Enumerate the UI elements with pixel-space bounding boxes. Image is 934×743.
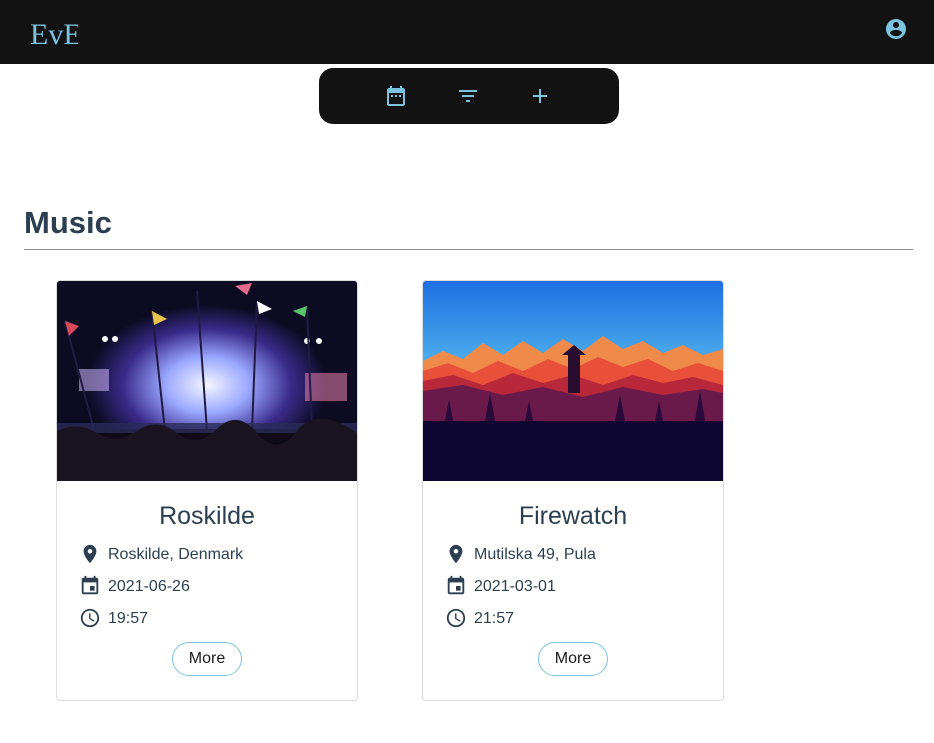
event-location-text: Roskilde, Denmark <box>108 546 244 563</box>
event-date-text: 2021-03-01 <box>474 578 556 595</box>
event-title: Firewatch <box>518 502 628 530</box>
festival-stage-photo <box>57 281 357 481</box>
action-toolbar <box>319 68 619 124</box>
event-location: Mutilska 49, Pula <box>445 543 705 567</box>
calendar-event-icon <box>79 575 101 597</box>
section-divider <box>24 249 913 250</box>
event-date: 2021-06-26 <box>79 575 339 599</box>
event-title: Roskilde <box>159 502 255 530</box>
filter-icon[interactable] <box>456 84 480 108</box>
more-button[interactable]: More <box>172 642 242 676</box>
location-pin-icon <box>79 543 101 565</box>
eve-logo[interactable]: EvE <box>28 14 82 51</box>
event-time-text: 19:57 <box>108 610 149 627</box>
svg-text:EvE: EvE <box>30 18 78 50</box>
event-card: Roskilde Roskilde, Denmark 2021-06-26 19… <box>56 280 358 701</box>
calendar-icon[interactable] <box>384 84 408 108</box>
event-time-text: 21:57 <box>474 610 515 627</box>
calendar-event-icon <box>445 575 467 597</box>
clock-icon <box>445 607 467 629</box>
clock-icon <box>79 607 101 629</box>
mountain-sunset-illustration <box>423 281 723 481</box>
account-circle-icon[interactable] <box>884 17 908 41</box>
event-date: 2021-03-01 <box>445 575 705 599</box>
event-time: 19:57 <box>79 607 339 631</box>
event-card: Firewatch Mutilska 49, Pula 2021-03-01 2… <box>422 280 724 701</box>
event-time: 21:57 <box>445 607 705 631</box>
event-date-text: 2021-06-26 <box>108 578 190 595</box>
event-location-text: Mutilska 49, Pula <box>474 546 596 563</box>
top-app-bar: EvE <box>0 0 934 64</box>
more-button[interactable]: More <box>538 642 608 676</box>
plus-icon[interactable] <box>528 84 552 108</box>
location-pin-icon <box>445 543 467 565</box>
event-location: Roskilde, Denmark <box>79 543 339 567</box>
section-title: Music <box>24 205 112 240</box>
